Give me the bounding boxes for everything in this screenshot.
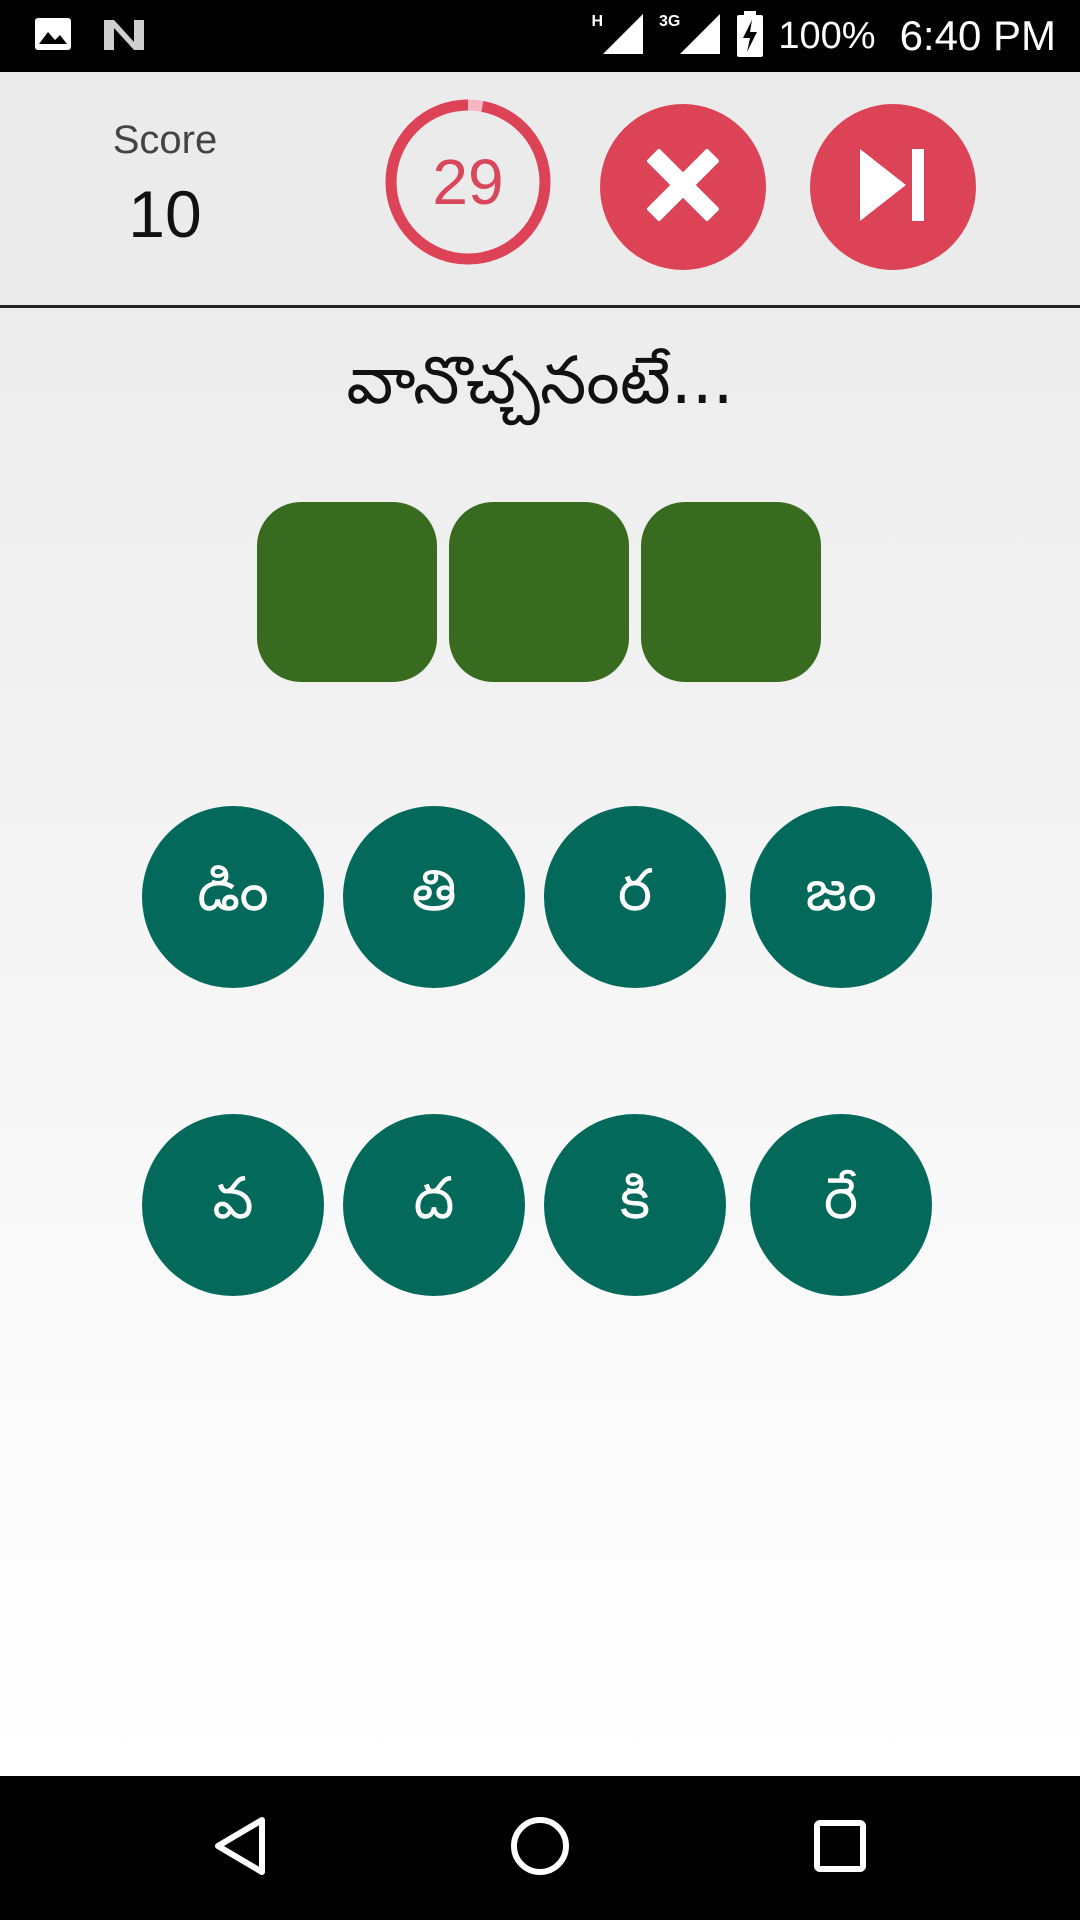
clock: 6:40 PM: [899, 12, 1056, 59]
navigation-bar: [0, 1776, 1080, 1920]
network-type-label: H: [591, 13, 604, 30]
quit-button[interactable]: [600, 104, 766, 270]
answer-slot-2[interactable]: [449, 502, 629, 682]
game-header: Score 10 29: [0, 72, 1080, 308]
letter-tile[interactable]: రే: [750, 1114, 932, 1296]
recents-button[interactable]: [770, 1776, 910, 1920]
back-button[interactable]: [170, 1776, 310, 1920]
letter-tile[interactable]: డిం: [142, 806, 324, 988]
countdown-timer: 29: [384, 98, 552, 266]
letter-tile[interactable]: జం: [750, 806, 932, 988]
answer-slot-3[interactable]: [641, 502, 821, 682]
close-icon: [641, 143, 725, 231]
game-screen: Score 10 29 వానొచ్చనంటే... డిం తి ర జం వ…: [0, 72, 1080, 1776]
letter-tile[interactable]: వ: [142, 1114, 324, 1296]
n-logo-notification-icon: [102, 16, 146, 56]
letter-tile[interactable]: కి: [544, 1114, 726, 1296]
score-value: 10: [128, 177, 202, 251]
letter-tiles-row-1: డిం తి ర జం: [0, 806, 1080, 988]
signal-icon: [601, 12, 645, 61]
status-bar: H 3G 100% 6:40 PM: [0, 0, 1080, 72]
back-triangle-icon: [210, 1814, 270, 1882]
home-circle-icon: [509, 1815, 571, 1881]
battery-charging-icon: [736, 10, 764, 63]
letter-tiles-row-2: వ ద కి రే: [0, 1114, 1080, 1296]
battery-percent: 100%: [778, 14, 876, 57]
gallery-notification-icon: [34, 17, 72, 55]
letter-tile[interactable]: తి: [343, 806, 525, 988]
network-type-3g-label: 3G: [659, 13, 681, 30]
letter-tile[interactable]: ర: [544, 806, 726, 988]
answer-slots: [257, 502, 821, 682]
letter-tile[interactable]: ద: [343, 1114, 525, 1296]
score-label: Score: [112, 118, 218, 162]
answer-slot-1[interactable]: [257, 502, 437, 682]
timer-value: 29: [432, 146, 504, 218]
skip-button[interactable]: [810, 104, 976, 270]
recents-square-icon: [812, 1818, 868, 1878]
skip-next-icon: [856, 145, 930, 229]
puzzle-clue: వానొచ్చనంటే...: [346, 342, 734, 419]
home-button[interactable]: [470, 1776, 610, 1920]
signal-icon-2: [678, 12, 722, 61]
